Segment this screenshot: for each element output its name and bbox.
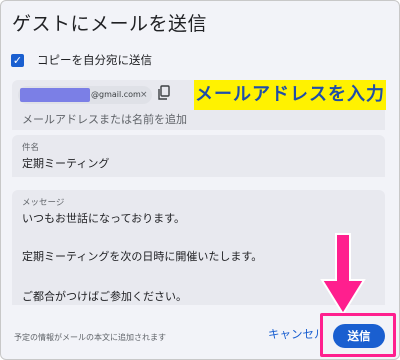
message-line[interactable]: 定期ミーティングを次の日時に開催いたします。 — [22, 248, 262, 264]
recipients-input[interactable]: メールアドレスまたは名前を追加 — [22, 111, 187, 127]
annotation-callout: メールアドレスを入力 — [194, 80, 386, 110]
recipient-chip-domain: @gmail.com — [91, 90, 141, 99]
subject-label: 件名 — [22, 143, 40, 153]
copy-icon[interactable] — [157, 85, 171, 101]
send-button[interactable]: 送信 — [333, 324, 385, 348]
message-line[interactable]: ご都合がつけばご参加ください。 — [22, 288, 187, 304]
footer-note: 予定の情報がメールの本文に追加されます — [14, 333, 166, 342]
dialog-title: ゲストにメールを送信 — [12, 13, 208, 35]
cancel-button[interactable]: キャンセル — [268, 326, 320, 342]
pointer-arrow-icon — [320, 233, 366, 316]
message-label: メッセージ — [22, 198, 65, 208]
copy-to-self-label[interactable]: コピーを自分宛に送信 — [37, 52, 152, 68]
copy-to-self-checkbox[interactable]: ✓ — [11, 54, 24, 67]
message-line[interactable]: いつもお世話になっております。 — [22, 210, 185, 226]
remove-recipient-icon[interactable]: × — [140, 88, 148, 102]
redacted-email — [20, 88, 90, 102]
subject-input[interactable]: 定期ミーティング — [22, 155, 109, 171]
